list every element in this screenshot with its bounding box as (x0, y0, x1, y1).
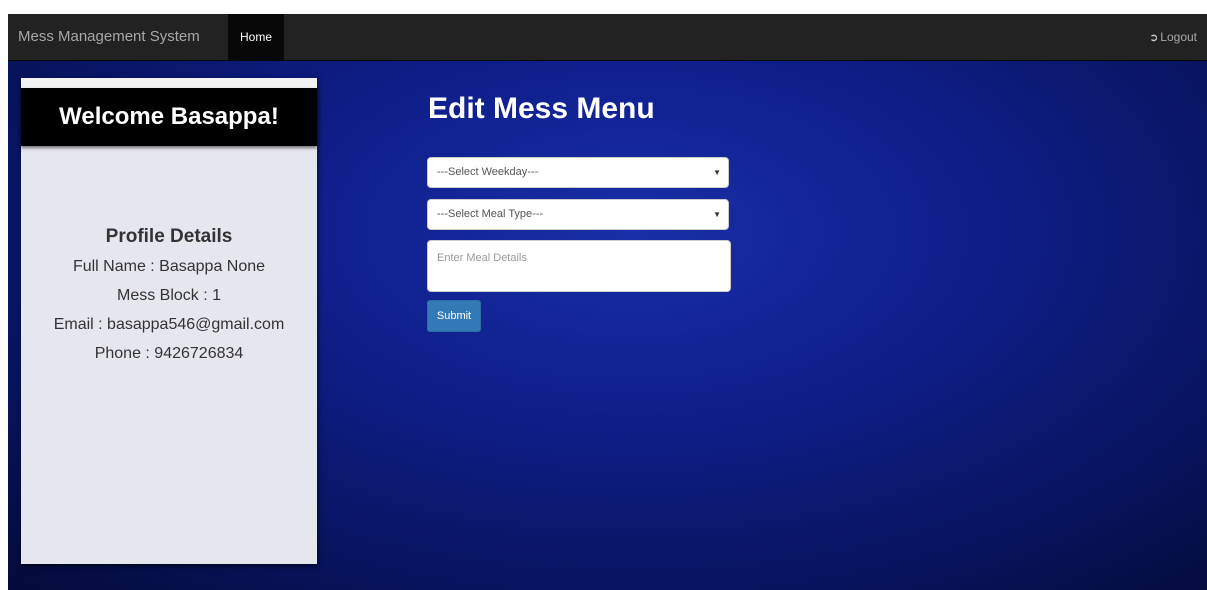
meal-type-select[interactable]: ---Select Meal Type--- ▼ (427, 199, 729, 230)
profile-title: Profile Details (105, 226, 233, 247)
logout-label: Logout (1160, 30, 1197, 44)
submit-button[interactable]: Submit (427, 300, 481, 332)
meal-details-placeholder: Enter Meal Details (437, 252, 527, 264)
dropdown-arrow-icon: ▼ (713, 168, 721, 177)
profile-sidebar: Welcome Basappa! Profile Details Full Na… (21, 78, 317, 564)
page-title: Edit Mess Menu (428, 92, 655, 125)
profile-full-name: Full Name : Basappa None (72, 258, 266, 275)
logout-link[interactable]: ➲ Logout (1149, 14, 1197, 60)
weekday-select-value: ---Select Weekday--- (437, 166, 539, 178)
profile-mess-block: Mess Block : 1 (116, 287, 222, 304)
nav-home-link[interactable]: Home (228, 14, 285, 60)
brand-link[interactable]: Mess Management System (18, 14, 200, 60)
profile-email: Email : basappa546@gmail.com (53, 316, 285, 333)
meal-type-select-value: ---Select Meal Type--- (437, 208, 544, 220)
meal-details-textarea[interactable]: Enter Meal Details (427, 240, 731, 292)
top-navbar: Mess Management System Home ➲ Logout (8, 14, 1207, 61)
weekday-select[interactable]: ---Select Weekday--- ▼ (427, 157, 729, 188)
profile-details: Profile Details Full Name : Basappa None… (21, 226, 317, 368)
profile-phone: Phone : 9426726834 (94, 345, 244, 362)
welcome-heading: Welcome Basappa! (21, 88, 317, 146)
dropdown-arrow-icon: ▼ (713, 210, 721, 219)
log-out-icon: ➲ (1149, 32, 1159, 44)
app-frame: Mess Management System Home ➲ Logout Welc… (8, 14, 1207, 590)
